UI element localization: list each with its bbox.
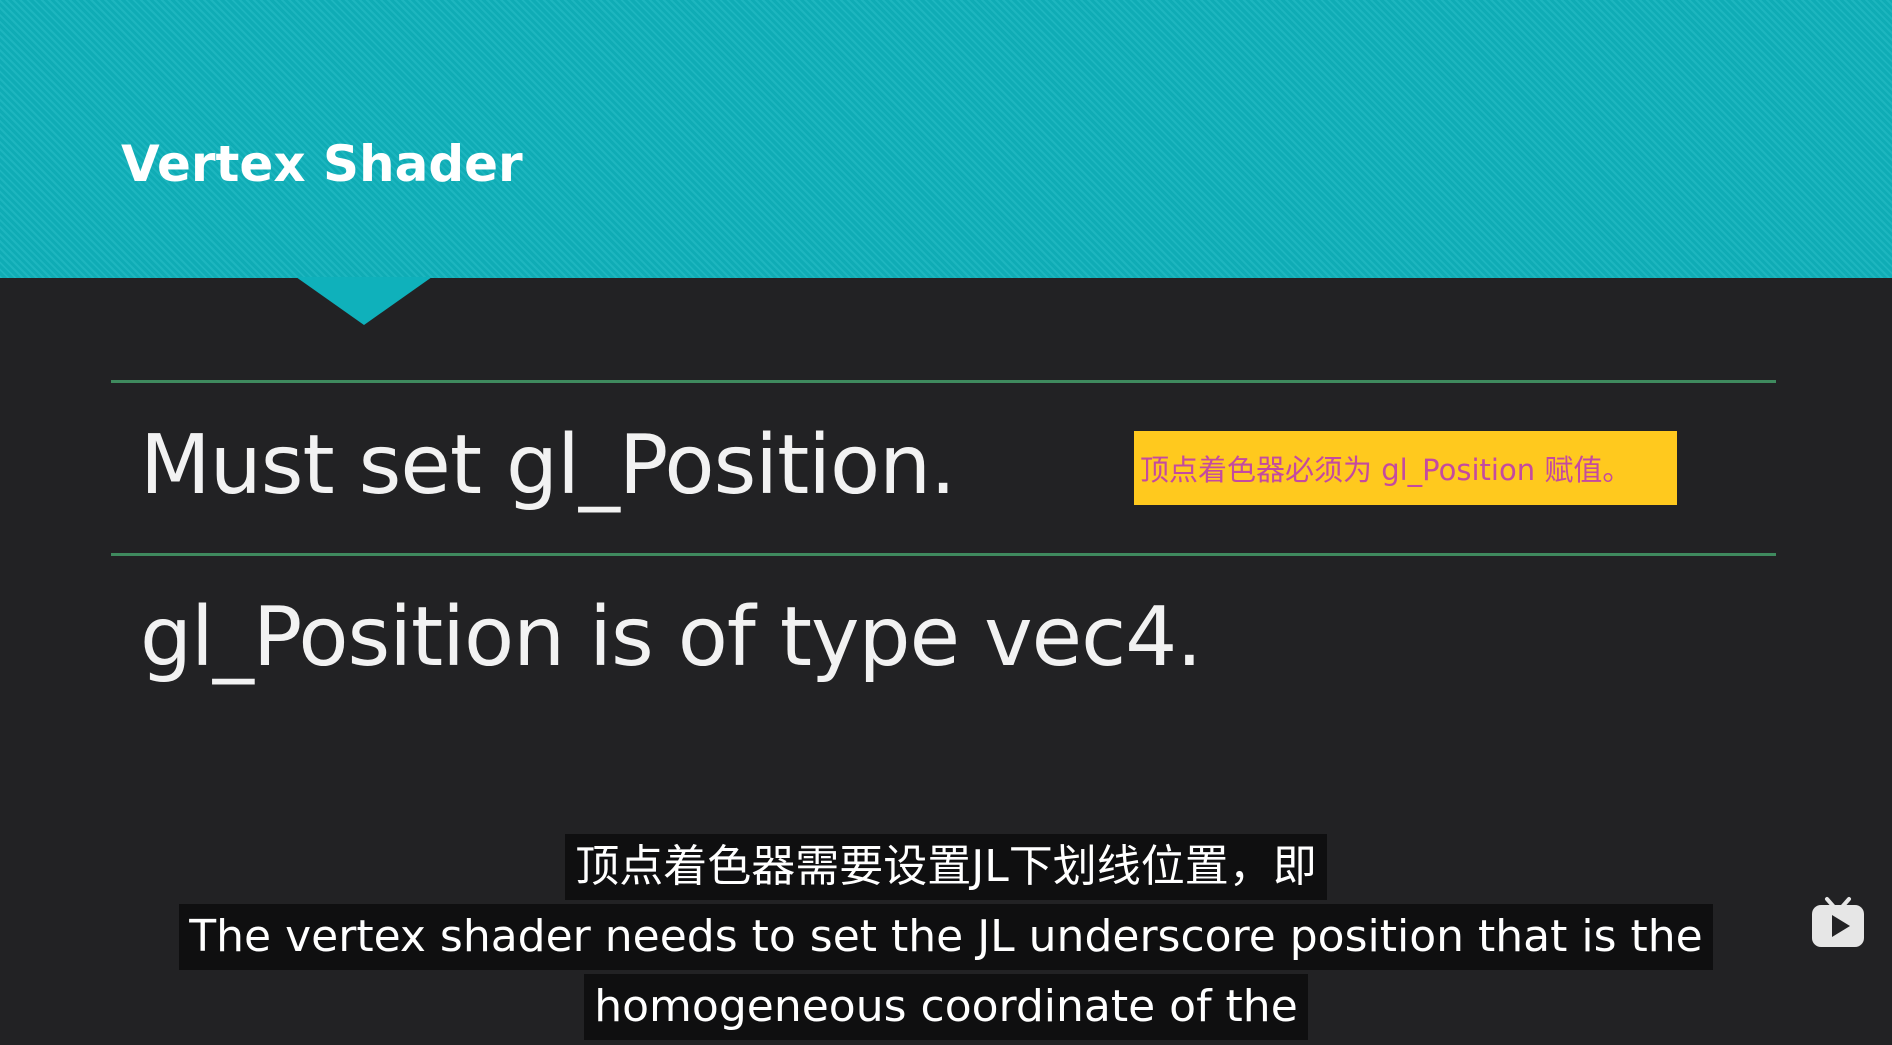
annotation-note-text: 顶点着色器必须为 gl_Position 赋值。 [1140,453,1632,487]
video-frame: Vertex Shader Must set gl_Position. 顶点着色… [0,0,1892,1045]
subtitle-english-line1-text: The vertex shader needs to set the JL un… [179,904,1713,970]
subtitle-english-line2-text: homogeneous coordinate of the [584,974,1308,1040]
annotation-note: 顶点着色器必须为 gl_Position 赋值。 [1134,431,1677,505]
tv-play-icon[interactable] [1810,895,1866,949]
slide-title: Vertex Shader [121,135,523,193]
subtitle-english-line2: homogeneous coordinate of the [0,974,1892,1040]
subtitle-english-line1: The vertex shader needs to set the JL un… [0,904,1892,970]
bullet-type-vec4: gl_Position is of type vec4. [140,590,1202,685]
subtitle-chinese-text: 顶点着色器需要设置JL下划线位置，即 [565,834,1327,900]
divider-line [111,553,1776,556]
subtitle-chinese: 顶点着色器需要设置JL下划线位置，即 [0,834,1892,900]
bullet-must-set: Must set gl_Position. [140,418,956,513]
divider-line [111,380,1776,383]
header-notch [296,277,432,325]
